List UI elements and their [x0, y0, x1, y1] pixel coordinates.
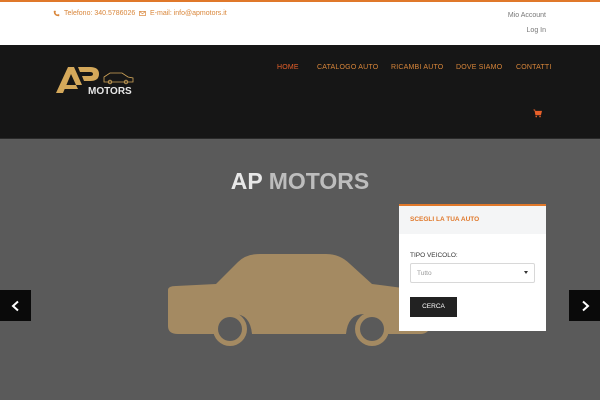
nav-home[interactable]: HOME — [277, 64, 299, 71]
chevron-right-icon — [581, 300, 589, 311]
chevron-left-icon — [11, 300, 19, 311]
nav-ricambi-auto[interactable]: RICAMBI AUTO — [391, 64, 443, 71]
slider-next-button[interactable] — [569, 290, 600, 321]
vehicle-type-value: Tutto — [417, 270, 432, 277]
nav-contatti[interactable]: CONTATTI — [516, 64, 552, 71]
cart-icon[interactable] — [533, 109, 542, 118]
phone-text: Telefono: 340.5786026 — [64, 10, 136, 17]
logo-text: MOTORS — [88, 86, 132, 97]
nav-catalogo-auto[interactable]: CATALOGO AUTO — [317, 64, 378, 71]
login-link[interactable]: Log In — [527, 27, 546, 34]
hero-title-motors: MOTORS — [268, 168, 370, 194]
phone-contact[interactable]: Telefono: 340.5786026 — [53, 10, 135, 17]
hero-slider: AP MOTORS SCEGLI LA TUA AUTO TIPO VEICOL… — [0, 140, 600, 400]
my-account-link[interactable]: Mio Account — [508, 12, 546, 19]
caret-down-icon — [524, 271, 528, 274]
search-button[interactable]: CERCA — [410, 297, 457, 317]
vehicle-type-select[interactable]: Tutto — [410, 263, 535, 283]
email-contact[interactable]: E-mail: info@apmotors.it — [139, 10, 227, 17]
hero-title: AP MOTORS — [0, 168, 600, 195]
phone-icon — [53, 10, 60, 17]
vehicle-search-panel: SCEGLI LA TUA AUTO TIPO VEICOLO: Tutto C… — [399, 204, 546, 331]
main-navbar: MOTORS HOME CATALOGO AUTO RICAMBI AUTO D… — [0, 45, 600, 139]
car-silhouette-image — [168, 254, 430, 346]
slider-prev-button[interactable] — [0, 290, 31, 321]
email-text: E-mail: info@apmotors.it — [150, 10, 227, 17]
vehicle-type-label: TIPO VEICOLO: — [410, 252, 458, 259]
ap-motors-logo[interactable]: MOTORS — [54, 63, 138, 97]
hero-title-ap: AP — [230, 168, 263, 194]
envelope-icon — [139, 11, 146, 16]
search-panel-title: SCEGLI LA TUA AUTO — [399, 206, 546, 234]
top-bar: Telefono: 340.5786026 E-mail: info@apmot… — [0, 2, 600, 45]
nav-dove-siamo[interactable]: DOVE SIAMO — [456, 64, 502, 71]
